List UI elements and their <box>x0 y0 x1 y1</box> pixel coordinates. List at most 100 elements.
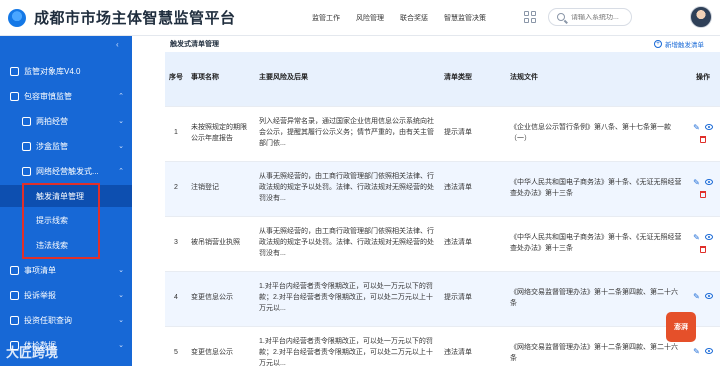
cell-name: 变更信息公示 <box>187 326 255 366</box>
column-header-index: 序号 <box>165 52 187 107</box>
query-icon <box>10 315 19 325</box>
cell-risk: 列入经营异常名录，通过国家企业信用信息公示系统向社会公示，提醒其履行公示义务；情… <box>255 106 440 162</box>
cell-name: 未按照规定的期限公示年度报告 <box>187 106 255 162</box>
cell-law: 《企业信息公示暂行条例》第八条、第十七条第一款（一） <box>506 106 686 162</box>
cell-law: 《中华人民共和国电子商务法》第十条、《无证无照经营查处办法》第十三条 <box>506 216 686 272</box>
cell-type: 提示清单 <box>440 106 506 162</box>
sidebar-item-label: 两拍经营 <box>36 116 68 126</box>
app-root: 成都市市场主体智慧监管平台 监管工作 风险管理 联合奖惩 智慧监管决策 ‹ 监管… <box>0 0 720 366</box>
sidebar-item-label: 投资任职查询 <box>24 315 72 325</box>
table-row: 4 变更信息公示 1.对平台内经营者责令限期改正，可以处一万元以下的罚款；2.对… <box>165 271 720 327</box>
sidebar-item-object-library[interactable]: 监管对象库V4.0 <box>0 60 132 82</box>
add-trigger-list-button[interactable]: + 新增触发清单 <box>654 39 704 49</box>
cell-name: 变更信息公示 <box>187 271 255 327</box>
platform-logo-icon <box>8 8 26 27</box>
delete-icon[interactable] <box>700 191 706 198</box>
cell-name: 注销登记 <box>187 161 255 217</box>
cell-index: 5 <box>165 326 187 366</box>
edit-icon[interactable]: ✎ <box>693 234 700 242</box>
chevron-down-icon: ⌄ <box>118 317 124 324</box>
sidebar-item-complaints[interactable]: 投诉举报 ⌄ <box>0 284 132 306</box>
column-header-actions: 操作 <box>686 52 720 107</box>
search-icon <box>557 13 565 21</box>
report-icon <box>10 290 19 300</box>
database-icon <box>10 66 19 76</box>
sidebar-item-label: 涉盒监管 <box>36 141 68 151</box>
search-box[interactable] <box>548 8 632 26</box>
list-icon <box>10 265 19 275</box>
sidebar-item-label: 包容审慎监管 <box>24 91 72 101</box>
delete-icon[interactable] <box>700 136 706 143</box>
chevron-down-icon: ⌄ <box>118 143 124 150</box>
column-header-law: 法规文件 <box>506 52 686 107</box>
watermark-text: 大匠跨境 <box>6 345 59 360</box>
app-title: 成都市市场主体智慧监管平台 <box>34 10 236 27</box>
table-row: 3 被吊销营业执照 从事无照经营的，由工商行政管理部门依照相关法律、行政法规的规… <box>165 216 720 272</box>
highlight-annotation-box <box>22 183 100 259</box>
doc-icon <box>22 116 31 126</box>
nav-item-joint-reward-punish[interactable]: 联合奖惩 <box>400 13 428 23</box>
view-icon[interactable] <box>705 179 713 185</box>
table-row: 2 注销登记 从事无照经营的，由工商行政管理部门依照相关法律、行政法规的规定予以… <box>165 161 720 217</box>
cell-actions: ✎ <box>686 216 720 272</box>
edit-icon[interactable]: ✎ <box>693 124 700 132</box>
search-input[interactable] <box>571 13 631 21</box>
cell-law: 《网络交易监督管理办法》第十二条第四款、第二十六条 <box>506 271 686 327</box>
edit-icon[interactable]: ✎ <box>693 293 700 301</box>
sidebar-item-label: 投诉举报 <box>24 290 56 300</box>
sidebar-item-matter-list[interactable]: 事项清单 ⌄ <box>0 259 132 281</box>
chevron-down-icon: ⌄ <box>118 118 124 125</box>
cell-risk: 从事无照经营的，由工商行政管理部门依照相关法律、行政法规的规定予以处罚。法律、行… <box>255 216 440 272</box>
table-row: 1 未按照规定的期限公示年度报告 列入经营异常名录，通过国家企业信用信息公示系统… <box>165 106 720 162</box>
cell-type: 违法清单 <box>440 161 506 217</box>
folder-icon <box>10 91 19 101</box>
user-avatar[interactable] <box>690 6 712 28</box>
column-header-name: 事项名称 <box>187 52 255 107</box>
sidebar-item-investment-query[interactable]: 投资任职查询 ⌄ <box>0 309 132 331</box>
cell-index: 4 <box>165 271 187 327</box>
sidebar-item-inclusive-supervision[interactable]: 包容审慎监管 ⌃ <box>0 85 132 107</box>
view-icon[interactable] <box>705 124 713 130</box>
cell-actions: ✎ <box>686 161 720 217</box>
nav-item-supervision-work[interactable]: 监管工作 <box>312 13 340 23</box>
plus-circle-icon: + <box>654 40 662 48</box>
sidebar-item-label: 网络经营触发式... <box>36 166 99 176</box>
nav-item-smart-decision[interactable]: 智慧监管决策 <box>444 13 486 23</box>
nav-item-risk-management[interactable]: 风险管理 <box>356 13 384 23</box>
cell-type: 违法清单 <box>440 216 506 272</box>
view-icon[interactable] <box>705 234 713 240</box>
apps-grid-icon[interactable] <box>524 11 536 23</box>
main-content: 触发式清单管理 + 新增触发清单 序号 事项名称 主要风险及后果 清单类型 法规… <box>132 36 720 366</box>
cell-law: 《网络交易监督管理办法》第十二条第四款、第二十六条 <box>506 326 686 366</box>
cell-risk: 1.对平台内经营者责令限期改正，可以处一万元以下的罚款；2.对平台经营者责令限期… <box>255 326 440 366</box>
view-icon[interactable] <box>705 293 713 300</box>
cell-index: 1 <box>165 106 187 162</box>
news-badge: 澎湃 <box>666 312 696 342</box>
chevron-down-icon: ⌄ <box>118 342 124 349</box>
cell-actions: ✎ <box>686 106 720 162</box>
delete-icon[interactable] <box>700 246 706 253</box>
sidebar-collapse-icon[interactable]: ‹ <box>116 40 119 49</box>
chevron-up-icon: ⌃ <box>118 93 124 100</box>
top-nav: 监管工作 风险管理 联合奖惩 智慧监管决策 <box>312 0 502 36</box>
doc-icon <box>22 141 31 151</box>
cell-risk: 1.对平台内经营者责令限期改正，可以处一万元以下的罚款；2.对平台经营者责令限期… <box>255 271 440 327</box>
sidebar-item-network-trigger[interactable]: 网络经营触发式... ⌃ <box>0 160 132 182</box>
cell-risk: 从事无照经营的，由工商行政管理部门依照相关法律、行政法规的规定予以处罚。法律、行… <box>255 161 440 217</box>
view-icon[interactable] <box>705 348 713 355</box>
sidebar-item-label: 监管对象库V4.0 <box>24 66 81 76</box>
edit-icon[interactable]: ✎ <box>693 179 700 187</box>
trigger-list-table: 序号 事项名称 主要风险及后果 清单类型 法规文件 操作 1 未按照规定的期限公… <box>165 52 720 366</box>
cell-name: 被吊销营业执照 <box>187 216 255 272</box>
top-header: 成都市市场主体智慧监管平台 监管工作 风险管理 联合奖惩 智慧监管决策 <box>0 0 720 36</box>
cell-type: 提示清单 <box>440 271 506 327</box>
chevron-down-icon: ⌄ <box>118 267 124 274</box>
table-row: 5 变更信息公示 1.对平台内经营者责令限期改正，可以处一万元以下的罚款；2.对… <box>165 326 720 366</box>
sidebar-item-label: 事项清单 <box>24 265 56 275</box>
sidebar-item-two-auction[interactable]: 两拍经营 ⌄ <box>0 110 132 132</box>
sidebar-item-box-supervision[interactable]: 涉盒监管 ⌄ <box>0 135 132 157</box>
edit-icon[interactable]: ✎ <box>693 348 700 356</box>
cell-type: 违法清单 <box>440 326 506 366</box>
column-header-type: 清单类型 <box>440 52 506 107</box>
doc-icon <box>22 166 31 176</box>
